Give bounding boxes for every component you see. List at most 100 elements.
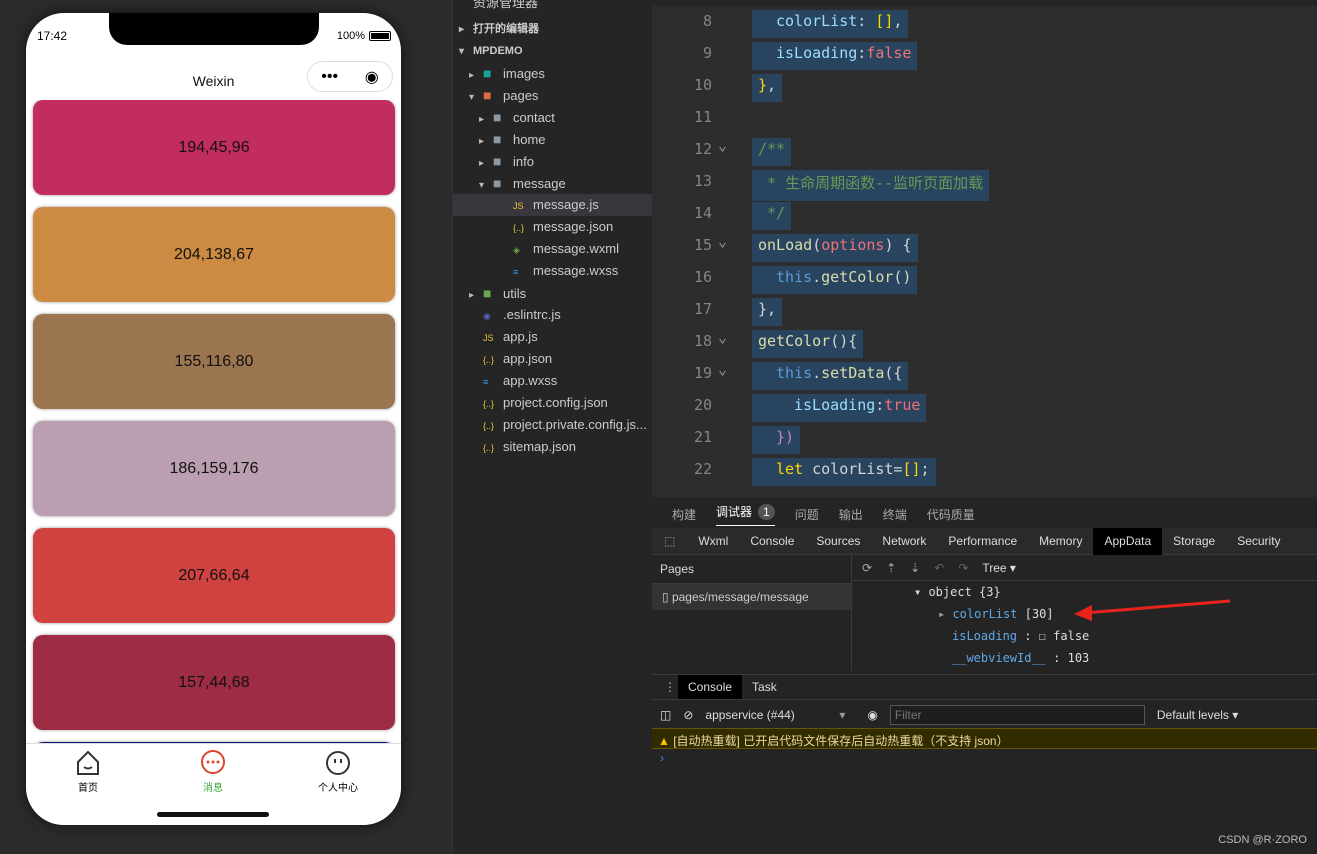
close-miniprogram-icon[interactable]: ◉ [365, 67, 379, 87]
code-line[interactable]: this.getColor() [752, 266, 918, 294]
explorer-item[interactable]: ▸ ■ contact [453, 106, 653, 128]
expand-all-icon[interactable]: ⇡ [886, 561, 896, 575]
redo-icon[interactable]: ↷ [958, 561, 968, 575]
collapse-all-icon[interactable]: ⇣ [910, 561, 920, 575]
explorer-item[interactable]: ▸ ■ info [453, 150, 653, 172]
explorer-item[interactable]: {..} app.json [453, 348, 653, 370]
code-token: . [812, 364, 822, 382]
devtools-subtab-console[interactable]: Console [739, 528, 805, 555]
code-line[interactable]: }, [752, 74, 783, 102]
notch [109, 13, 319, 45]
devtools-subtab-sources[interactable]: Sources [805, 528, 871, 555]
devtools-subtab-appdata[interactable]: AppData [1093, 527, 1163, 555]
devtools-tab[interactable]: 问题 [795, 506, 819, 523]
explorer-item[interactable]: ≡ message.wxss [453, 260, 653, 282]
explorer-item-label: pages [503, 88, 539, 103]
explorer-item[interactable]: ▸ 打开的编辑器 [453, 18, 653, 40]
line-number: 20 [693, 396, 712, 414]
sidebar-toggle-icon[interactable]: ◫ [660, 708, 671, 722]
explorer-item[interactable]: {..} project.private.config.js... [453, 414, 653, 436]
devtools-tab[interactable]: 代码质量 [927, 506, 975, 523]
code-line[interactable]: }, [752, 298, 783, 326]
levels-select[interactable]: Default levels ▾ [1157, 708, 1238, 722]
devtools-subtab-wxml[interactable]: Wxml [687, 528, 739, 555]
fold-icon[interactable]: ⌄ [718, 232, 727, 250]
chevron-icon: ▸ [479, 136, 485, 147]
inspect-icon[interactable]: ⬚ [652, 534, 687, 548]
console-tab[interactable]: Task [742, 675, 787, 699]
clear-console-icon[interactable]: ⊘ [683, 708, 693, 722]
explorer-item[interactable]: {..} sitemap.json [453, 436, 653, 458]
code-line[interactable]: getColor(){ [752, 330, 864, 358]
explorer-item[interactable]: ▾ ■ message [453, 172, 653, 194]
view-mode-select[interactable]: Tree ▾ [982, 561, 1016, 575]
devtools-subtab-storage[interactable]: Storage [1162, 528, 1226, 555]
fold-icon[interactable]: ⌄ [718, 136, 727, 154]
code-line[interactable]: this.setData({ [752, 362, 909, 390]
explorer-item[interactable]: ◉ .eslintrc.js [453, 304, 653, 326]
devtools-subtab-network[interactable]: Network [871, 528, 937, 555]
console-prompt[interactable]: › [660, 751, 664, 765]
code-token: isLoading [794, 396, 876, 414]
color-card[interactable]: 186,159,176 [33, 421, 395, 516]
explorer-item[interactable]: {..} project.config.json [453, 392, 653, 414]
explorer-item[interactable]: JS app.js [453, 326, 653, 348]
devtools-tab[interactable]: 构建 [672, 506, 696, 523]
line-number: 12 [693, 140, 712, 158]
tab-0[interactable]: 首页 [38, 749, 138, 794]
drawer-menu-icon[interactable]: ⋮ [664, 680, 676, 694]
color-card[interactable]: 157,44,68 [33, 635, 395, 730]
line-number: 19 [693, 364, 712, 382]
devtools-tab[interactable]: 输出 [839, 506, 863, 523]
console-tab[interactable]: Console [678, 675, 743, 699]
color-list[interactable]: 194,45,96 204,138,67 155,116,80 186,159,176… [26, 100, 401, 743]
tab-1[interactable]: 消息 [163, 749, 263, 794]
explorer-item[interactable]: ▸ ■ home [453, 128, 653, 150]
eye-icon[interactable]: ◉ [867, 708, 877, 722]
undo-icon[interactable]: ↶ [934, 561, 944, 575]
fold-icon[interactable]: ⌄ [718, 328, 727, 346]
code-editor[interactable]: 8 colorList: [], 9 isLoading:false 10}, 11 12/… [652, 0, 1317, 497]
page-item[interactable]: ▯ pages/message/message [652, 584, 851, 610]
filter-input[interactable] [889, 704, 1145, 725]
code-line[interactable]: isLoading:true [752, 394, 927, 422]
color-card[interactable]: 207,66,64 [33, 528, 395, 623]
devtools-tab[interactable]: 终端 [883, 506, 907, 523]
code-line[interactable]: * 生命周期函数--监听页面加载 [752, 170, 990, 201]
line-number: 18 [693, 332, 712, 350]
code-line[interactable]: onLoad(options) { [752, 234, 918, 262]
devtools-tab[interactable]: 调试器 1 [716, 503, 775, 526]
explorer-item[interactable]: ◈ message.wxml [453, 238, 653, 260]
explorer-item[interactable]: {..} message.json [453, 216, 653, 238]
explorer-item[interactable]: ≡ app.wxss [453, 370, 653, 392]
more-icon[interactable]: ••• [321, 68, 338, 86]
color-card[interactable]: 204,138,67 [33, 207, 395, 302]
code-line[interactable]: isLoading:false [752, 42, 918, 70]
devtools-subtab-memory[interactable]: Memory [1028, 528, 1093, 555]
devtools-subtab-security[interactable]: Security [1226, 528, 1291, 555]
context-select[interactable]: appservice (#44) ▾ [705, 708, 845, 722]
tab-2[interactable]: 个人中心 [288, 749, 388, 794]
fold-icon[interactable]: ⌄ [718, 360, 727, 378]
tree-root[interactable]: ▾ object {3} [914, 585, 1001, 599]
devtools-subtab-performance[interactable]: Performance [937, 528, 1028, 555]
explorer-item[interactable]: ▾ MPDEMO [453, 40, 653, 62]
code-line[interactable]: let colorList=[]; [752, 458, 936, 486]
capsule-menu[interactable]: ••• ◉ [307, 61, 393, 92]
code-line[interactable]: /** [752, 138, 792, 166]
explorer-item[interactable]: JS message.js [453, 194, 653, 216]
code-token: ; [920, 460, 930, 478]
color-card[interactable]: 155,116,80 [33, 314, 395, 409]
code-line[interactable]: colorList: [], [752, 10, 909, 38]
tree-isloading[interactable]: isLoading : ☐ false [952, 629, 1089, 643]
refresh-icon[interactable]: ⟳ [862, 561, 872, 575]
color-card[interactable]: 194,45,96 [33, 100, 395, 195]
status-time: 17:42 [37, 29, 68, 43]
explorer-item[interactable]: ▸ ■ utils [453, 282, 653, 304]
tree-colorlist[interactable]: ▸ colorList [30] [938, 607, 1054, 621]
tree-webviewid[interactable]: __webviewId__ : 103 [952, 651, 1089, 665]
explorer-item[interactable]: ▸ ■ images [453, 62, 653, 84]
explorer-item[interactable]: ▾ ■ pages [453, 84, 653, 106]
code-line[interactable]: }) [752, 426, 801, 454]
code-line[interactable]: */ [752, 202, 792, 230]
